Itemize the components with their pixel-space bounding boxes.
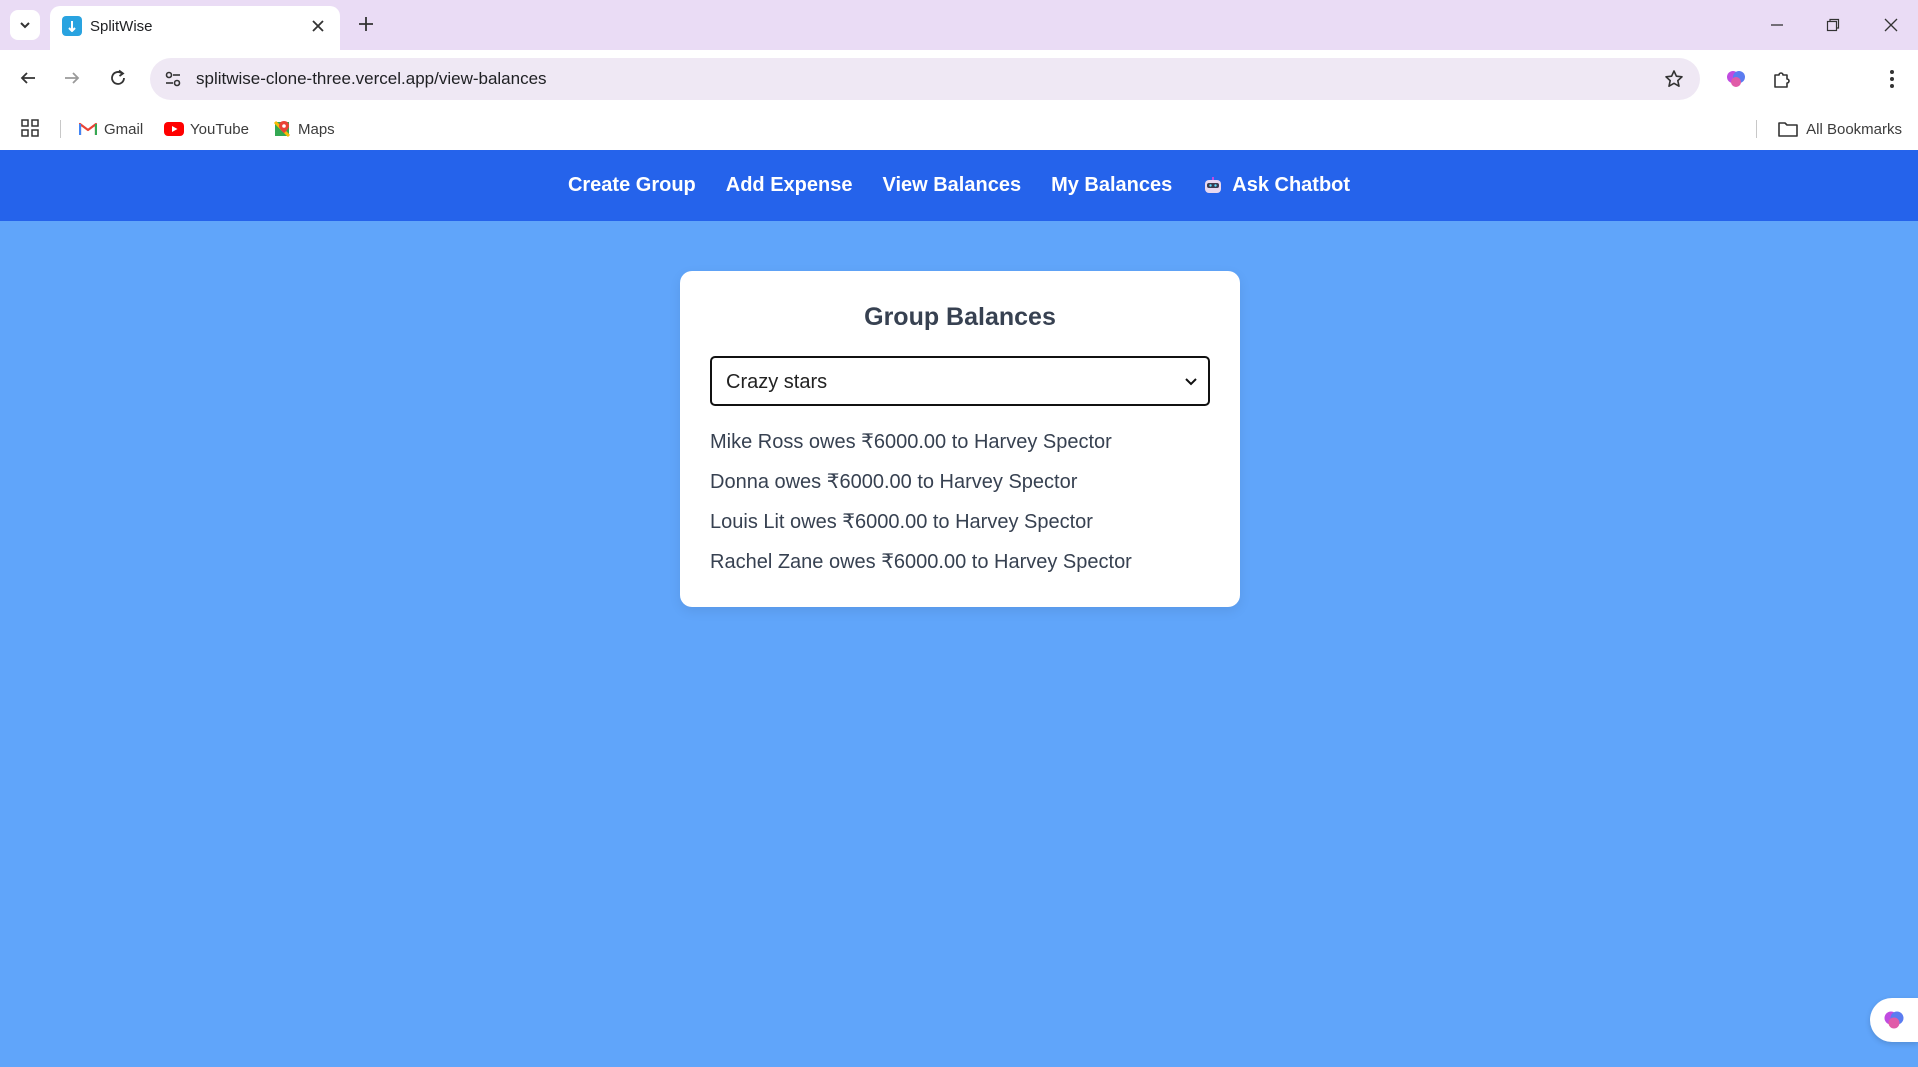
nav-view-balances[interactable]: View Balances [882, 174, 1021, 197]
app-navbar: Create Group Add Expense View Balances M… [0, 150, 1918, 221]
balance-list: Mike Ross owes ₹6000.00 to Harvey Specto… [710, 429, 1210, 589]
minimize-icon[interactable] [1762, 10, 1792, 40]
browser-tab-bar: SplitWise [0, 0, 1918, 50]
bookmark-label: Maps [298, 120, 335, 138]
gmail-icon [78, 121, 98, 137]
back-arrow-icon[interactable] [14, 64, 42, 92]
list-item: Mike Ross owes ₹6000.00 to Harvey Specto… [710, 431, 1112, 453]
browser-tab[interactable]: SplitWise [50, 6, 340, 50]
selected-group-value: Crazy stars [726, 371, 828, 393]
tab-title: SplitWise [90, 18, 153, 35]
list-item: Donna owes ₹6000.00 to Harvey Spector [710, 471, 1078, 493]
bookmark-label: YouTube [190, 120, 249, 138]
bookmark-maps[interactable]: Maps [272, 116, 335, 142]
page-title: Group Balances [864, 303, 1056, 331]
assistant-floating-button[interactable] [1870, 998, 1918, 1042]
site-settings-icon[interactable] [162, 68, 184, 90]
chevron-down-icon [20, 22, 30, 29]
nav-create-group[interactable]: Create Group [568, 174, 696, 197]
apps-grid-icon[interactable] [20, 118, 42, 140]
list-item: Louis Lit owes ₹6000.00 to Harvey Specto… [710, 511, 1093, 533]
nav-my-balances[interactable]: My Balances [1051, 174, 1172, 197]
folder-icon [1778, 122, 1798, 137]
bookmark-star-icon[interactable] [1662, 67, 1686, 91]
close-tab-icon[interactable] [308, 16, 328, 36]
youtube-icon [164, 121, 184, 137]
restore-icon[interactable] [1818, 10, 1848, 40]
address-bar[interactable]: splitwise-clone-three.vercel.app/view-ba… [150, 58, 1700, 100]
list-item: Rachel Zane owes ₹6000.00 to Harvey Spec… [710, 551, 1132, 573]
chatbot-label: Ask Chatbot [1232, 174, 1351, 196]
bookmark-gmail[interactable]: Gmail [78, 116, 143, 142]
nav-add-expense[interactable]: Add Expense [726, 174, 853, 197]
all-bookmarks-button[interactable]: All Bookmarks [1778, 116, 1902, 142]
brain-extension-icon[interactable] [1722, 65, 1750, 93]
chevron-down-icon [1184, 375, 1198, 389]
maps-icon [272, 120, 292, 138]
new-tab-icon[interactable] [354, 12, 378, 36]
extensions-puzzle-icon[interactable] [1768, 65, 1796, 93]
forward-arrow-icon[interactable] [58, 64, 86, 92]
tab-search-button[interactable] [10, 10, 40, 40]
browser-toolbar: splitwise-clone-three.vercel.app/view-ba… [0, 50, 1918, 142]
more-menu-icon[interactable] [1878, 65, 1906, 93]
reload-icon[interactable] [104, 64, 132, 92]
nav-ask-chatbot[interactable]: Ask Chatbot [1202, 174, 1350, 197]
url-text[interactable]: splitwise-clone-three.vercel.app/view-ba… [196, 69, 547, 89]
all-bookmarks-label: All Bookmarks [1806, 120, 1902, 138]
bookmarks-divider [1756, 120, 1757, 138]
splitwise-favicon-icon [62, 16, 82, 36]
bookmark-youtube[interactable]: YouTube [164, 116, 249, 142]
brain-assistant-icon [1884, 1011, 1904, 1029]
robot-icon [1202, 175, 1224, 197]
bookmarks-bar: Gmail YouTube Maps All Bookmarks [0, 108, 1918, 150]
group-balances-card: Group Balances Crazy stars Mike Ross owe… [680, 271, 1240, 607]
close-window-icon[interactable] [1876, 10, 1906, 40]
bookmark-label: Gmail [104, 120, 144, 138]
bookmarks-divider [60, 120, 61, 138]
group-select[interactable]: Crazy stars [710, 356, 1210, 406]
